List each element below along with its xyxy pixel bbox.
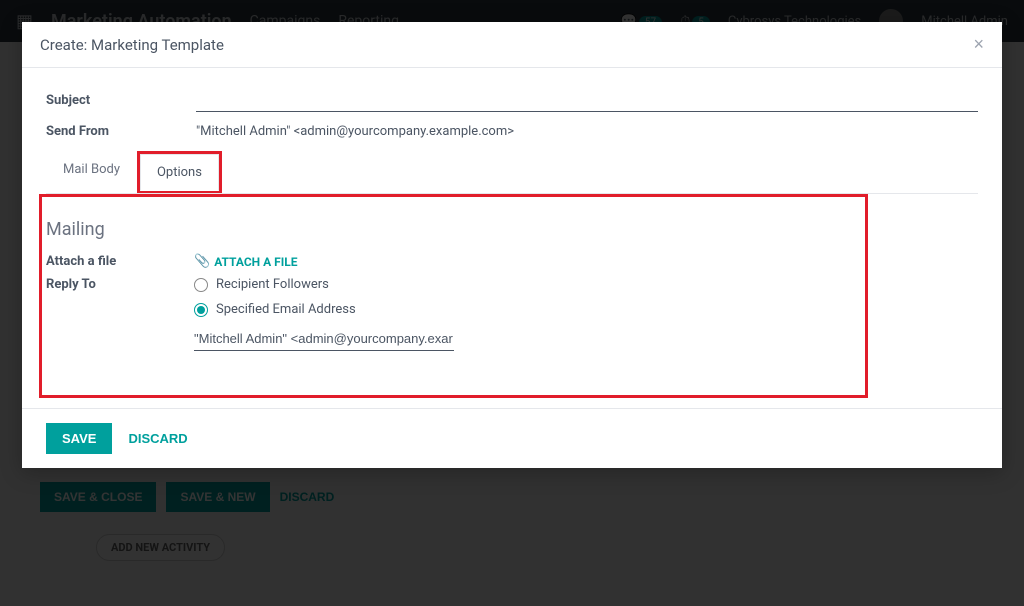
radio-icon-unselected: [194, 278, 208, 292]
modal-header: Create: Marketing Template ×: [22, 22, 1002, 68]
replyto-specified-label: Specified Email Address: [216, 302, 356, 317]
save-button[interactable]: SAVE: [46, 423, 112, 454]
create-marketing-template-modal: Create: Marketing Template × Subject Sen…: [22, 22, 1002, 468]
attach-label: Attach a file: [42, 254, 194, 269]
modal-body: Subject Send From "Mitchell Admin" <admi…: [22, 68, 1002, 408]
paperclip-icon: 📎: [194, 254, 210, 269]
tab-mail-body[interactable]: Mail Body: [46, 151, 137, 193]
tab-options[interactable]: Options: [140, 154, 219, 191]
attach-file-label: ATTACH A FILE: [214, 255, 297, 269]
subject-row: Subject: [46, 88, 978, 112]
sendfrom-value: "Mitchell Admin" <admin@yourcompany.exam…: [196, 124, 978, 139]
replyto-row: Reply To Recipient Followers Specified E…: [42, 277, 847, 351]
modal-title: Create: Marketing Template: [40, 36, 224, 54]
attach-row: Attach a file 📎 ATTACH A FILE: [42, 254, 847, 269]
replyto-email-input[interactable]: [194, 327, 454, 351]
subject-label: Subject: [46, 93, 196, 108]
replyto-followers-radio[interactable]: Recipient Followers: [194, 277, 847, 292]
replyto-label: Reply To: [42, 277, 194, 292]
sendfrom-label: Send From: [46, 124, 196, 139]
sendfrom-row: Send From "Mitchell Admin" <admin@yourco…: [46, 124, 978, 139]
radio-icon-selected: [194, 303, 208, 317]
discard-button[interactable]: DISCARD: [128, 431, 187, 446]
close-button[interactable]: ×: [973, 34, 984, 55]
replyto-specified-radio[interactable]: Specified Email Address: [194, 302, 847, 317]
replyto-followers-label: Recipient Followers: [216, 277, 329, 292]
subject-input[interactable]: [196, 88, 978, 112]
tabs: Mail Body Options: [46, 151, 978, 194]
modal-footer: SAVE DISCARD: [22, 408, 1002, 468]
attach-file-button[interactable]: 📎 ATTACH A FILE: [194, 254, 298, 269]
options-panel: Mailing Attach a file 📎 ATTACH A FILE Re…: [39, 194, 868, 398]
close-icon: ×: [973, 34, 984, 54]
mailing-heading: Mailing: [42, 219, 847, 240]
